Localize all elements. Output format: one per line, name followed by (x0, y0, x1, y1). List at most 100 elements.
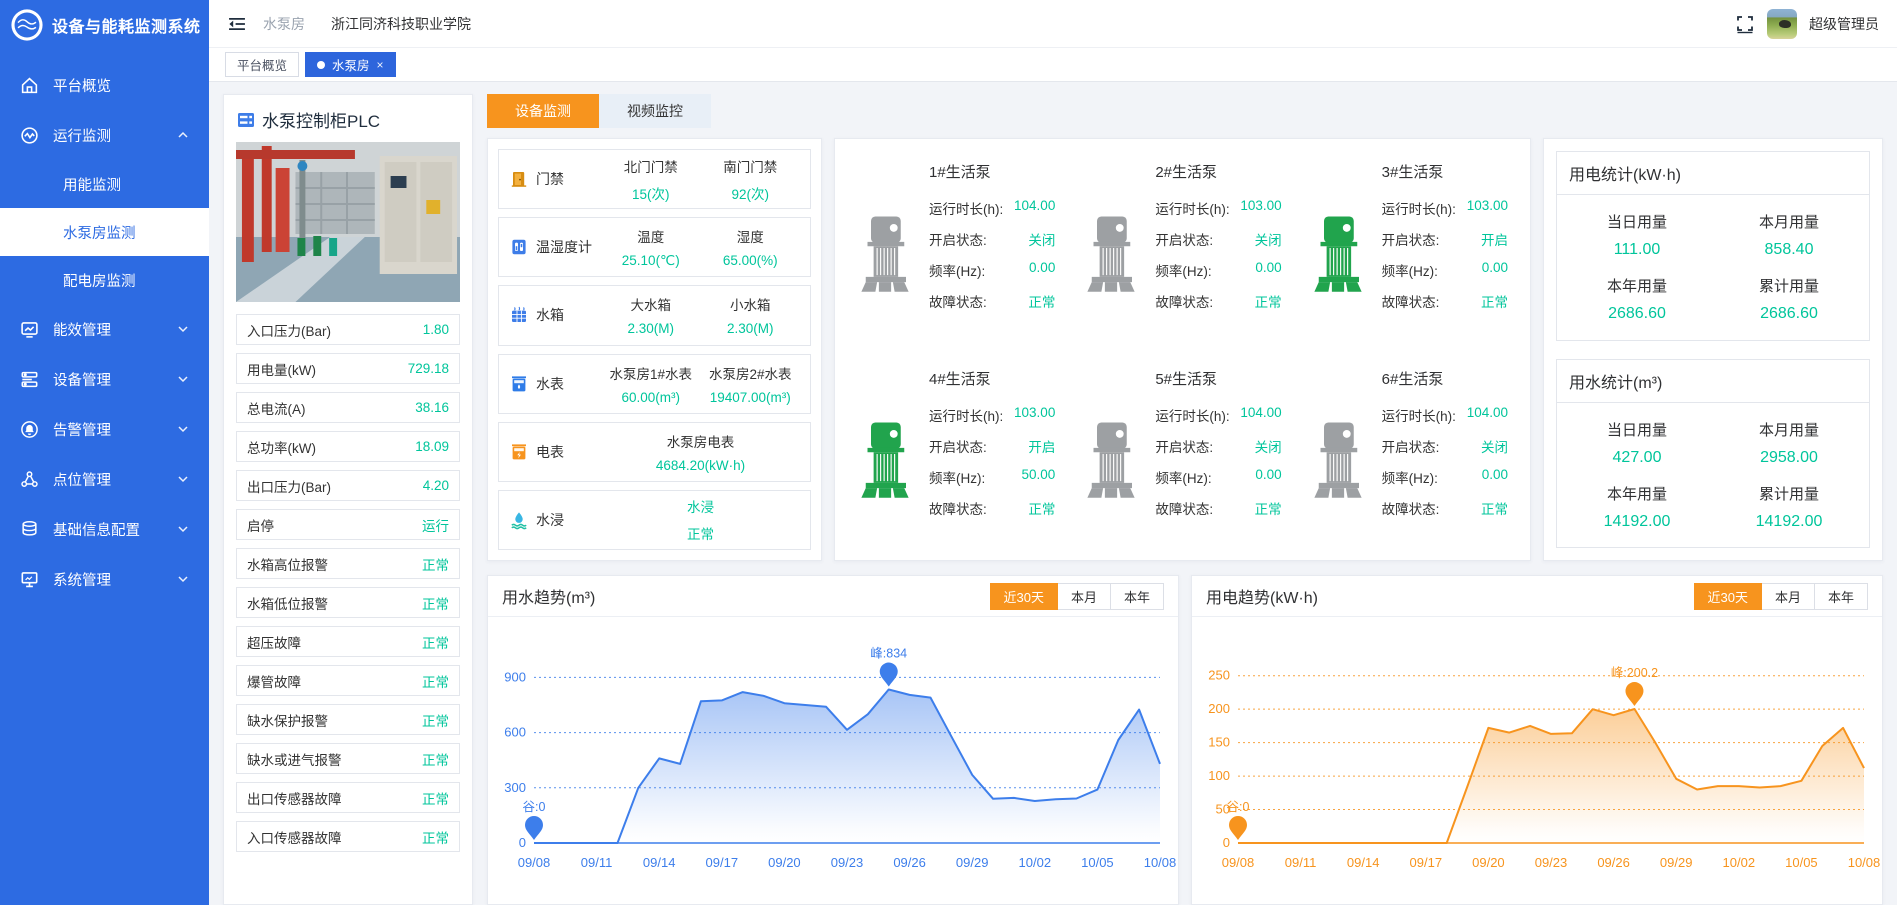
sidebar-nav: 平台概览运行监测用能监测水泵房监测配电房监测能效管理设备管理告警管理点位管理基础… (0, 60, 209, 604)
sidebar-item-3[interactable]: 能效管理 (0, 304, 209, 354)
bell-icon (20, 420, 39, 439)
svg-text:10/08: 10/08 (1848, 855, 1881, 870)
pump-stat-value: 正常 (1255, 291, 1282, 311)
plc-metric-value: 正常 (422, 749, 449, 769)
sensor-label: 水箱 (536, 305, 564, 325)
sensor-cols: 水泵房电表4684.20(kW·h) (601, 431, 800, 473)
user-avatar[interactable] (1767, 9, 1797, 39)
pump-name: 3#生活泵 (1382, 161, 1508, 182)
sensor-reading-label: 大水箱 (601, 294, 701, 314)
sensor-label: 水浸 (536, 510, 564, 530)
pump-stat-value: 关闭 (1255, 436, 1282, 456)
range-button-本月[interactable]: 本月 (1057, 583, 1111, 610)
plc-metric-row: 总功率(kW)18.09 (236, 431, 460, 462)
stat-item: 本年用量2686.60 (1561, 275, 1713, 323)
breadcrumb-section: 水泵房 (263, 14, 305, 34)
svg-text:0: 0 (1223, 835, 1230, 850)
pump-stat-label: 故障状态: (1155, 498, 1213, 518)
sensor-name: 门禁 (509, 169, 601, 189)
monitor-wave-icon (20, 126, 39, 145)
stat-item: 当日用量 427.00 (1561, 419, 1713, 467)
sidebar-item-6[interactable]: 点位管理 (0, 454, 209, 504)
pump-block-5#生活泵: 5#生活泵运行时长(h):104.00开启状态:关闭频率(Hz):0.00故障状… (1069, 350, 1295, 557)
sidebar-item-label: 设备管理 (53, 369, 111, 390)
plc-metric-value: 正常 (422, 632, 449, 652)
svg-text:09/29: 09/29 (956, 855, 989, 870)
svg-text:300: 300 (504, 780, 526, 795)
pump-stat-value: 104.00 (1014, 198, 1055, 218)
range-button-本月[interactable]: 本月 (1761, 583, 1815, 610)
pump-stat-value: 0.00 (1482, 467, 1508, 487)
main-area: 水泵房 浙江同济科技职业学院 超级管理员 平台概览 水泵房 × (209, 0, 1897, 905)
pump-stat-on_state: 开启状态:开启 (929, 436, 1055, 456)
sensor-row-门禁: 门禁北门门禁15(次)南门门禁92(次) (498, 149, 811, 209)
sensor-reading-value: 15(次) (601, 183, 701, 203)
pump-stat-value: 正常 (1481, 498, 1508, 518)
sidebar-subitem-配电房监测[interactable]: 配电房监测 (0, 256, 209, 304)
sensor-reading-value: 65.00(%) (701, 253, 801, 268)
workspace-tab-pump-room[interactable]: 水泵房 × (305, 52, 396, 77)
tab-video-monitoring[interactable]: 视频监控 (599, 94, 711, 128)
sensor-name: 水浸 (509, 510, 601, 530)
charts-row: 用水趋势(m³) 近30天本月本年 030060090009/0809/1109… (487, 575, 1883, 905)
pump-stat-label: 故障状态: (929, 498, 987, 518)
pumps-panel: 1#生活泵运行时长(h):104.00开启状态:关闭频率(Hz):0.00故障状… (834, 138, 1531, 561)
plc-panel: 水泵控制柜PLC 入口压力(Bar)1.80用电量(kW)729.18总电流(A… (223, 94, 473, 905)
sidebar-item-2[interactable]: 运行监测 (0, 110, 209, 160)
pump-stat-value: 关闭 (1255, 229, 1282, 249)
pump-stat-label: 频率(Hz): (1155, 467, 1211, 487)
sidebar-subitem-水泵房监测[interactable]: 水泵房监测 (0, 208, 209, 256)
peak-marker: 峰:834 (870, 647, 907, 687)
pump-name: 5#生活泵 (1155, 368, 1281, 389)
stat-item-value: 427.00 (1561, 449, 1713, 467)
sensor-reading-label: 水浸 (601, 496, 800, 516)
sidebar-item-7[interactable]: 基础信息配置 (0, 504, 209, 554)
sidebar-collapse-icon[interactable] (227, 14, 247, 34)
svg-text:09/17: 09/17 (706, 855, 739, 870)
flood-icon (509, 510, 529, 530)
plc-metric-row: 入口传感器故障正常 (236, 821, 460, 852)
range-button-近30天[interactable]: 近30天 (1694, 583, 1762, 610)
plc-metric-label: 出口传感器故障 (247, 788, 342, 808)
electric-stats-grid: 当日用量111.00本月用量858.40本年用量2686.60累计用量2686.… (1557, 195, 1869, 340)
sidebar-item-5[interactable]: 告警管理 (0, 404, 209, 454)
chevron-down-icon (177, 423, 189, 435)
content: 水泵控制柜PLC 入口压力(Bar)1.80用电量(kW)729.18总电流(A… (209, 82, 1897, 905)
stat-item-label: 当日用量 (1561, 419, 1713, 440)
stat-item: 当日用量111.00 (1561, 211, 1713, 259)
pump-stat-value: 关闭 (1028, 229, 1055, 249)
tab-device-monitoring[interactable]: 设备监测 (487, 94, 599, 128)
tab-close-icon[interactable]: × (377, 58, 384, 72)
pump-name: 4#生活泵 (929, 368, 1055, 389)
sensor-label: 温湿度计 (536, 237, 592, 257)
fullscreen-icon[interactable] (1735, 14, 1755, 34)
sensor-reading: 温度25.10(℃) (601, 226, 701, 269)
workspace-tab-overview[interactable]: 平台概览 (225, 52, 299, 77)
sidebar-item-8[interactable]: 系统管理 (0, 554, 209, 604)
sensor-reading: 水泵房1#水表60.00(m³) (601, 363, 701, 405)
stat-item: 本年用量14192.00 (1561, 483, 1713, 531)
workspace-tabbar: 平台概览 水泵房 × (209, 48, 1897, 82)
sensor-reading: 水浸正常 (601, 496, 800, 543)
sidebar-item-label: 能效管理 (53, 319, 111, 340)
pump-stat-label: 频率(Hz): (1155, 260, 1211, 280)
range-buttons: 近30天本月本年 (991, 583, 1165, 610)
pump-stats: 运行时长(h):104.00开启状态:关闭频率(Hz):0.00故障状态:正常 (1155, 405, 1281, 518)
logo-row: 设备与能耗监测系统 (0, 0, 209, 50)
pump-stat-on_state: 开启状态:开启 (1382, 229, 1508, 249)
sidebar-item-1[interactable]: 平台概览 (0, 60, 209, 110)
range-button-本年[interactable]: 本年 (1110, 583, 1164, 610)
sensor-name: 电表 (509, 442, 601, 462)
plc-metric-list: 入口压力(Bar)1.80用电量(kW)729.18总电流(A)38.16总功率… (236, 314, 460, 852)
sidebar-subitem-用能监测[interactable]: 用能监测 (0, 160, 209, 208)
sensor-reading: 水泵房2#水表19407.00(m³) (701, 363, 801, 405)
electric-stats-box: 用电统计(kW·h) 当日用量111.00本月用量858.40本年用量2686.… (1556, 151, 1870, 341)
sidebar-item-4[interactable]: 设备管理 (0, 354, 209, 404)
range-button-近30天[interactable]: 近30天 (990, 583, 1058, 610)
user-name[interactable]: 超级管理员 (1809, 14, 1879, 34)
pump-stat-duration: 运行时长(h):103.00 (929, 405, 1055, 425)
range-button-本年[interactable]: 本年 (1814, 583, 1868, 610)
pump-stat-value: 104.00 (1467, 405, 1508, 425)
stat-item-label: 本年用量 (1561, 483, 1713, 504)
chart-head: 用电趋势(kW·h) 近30天本月本年 (1192, 576, 1882, 617)
